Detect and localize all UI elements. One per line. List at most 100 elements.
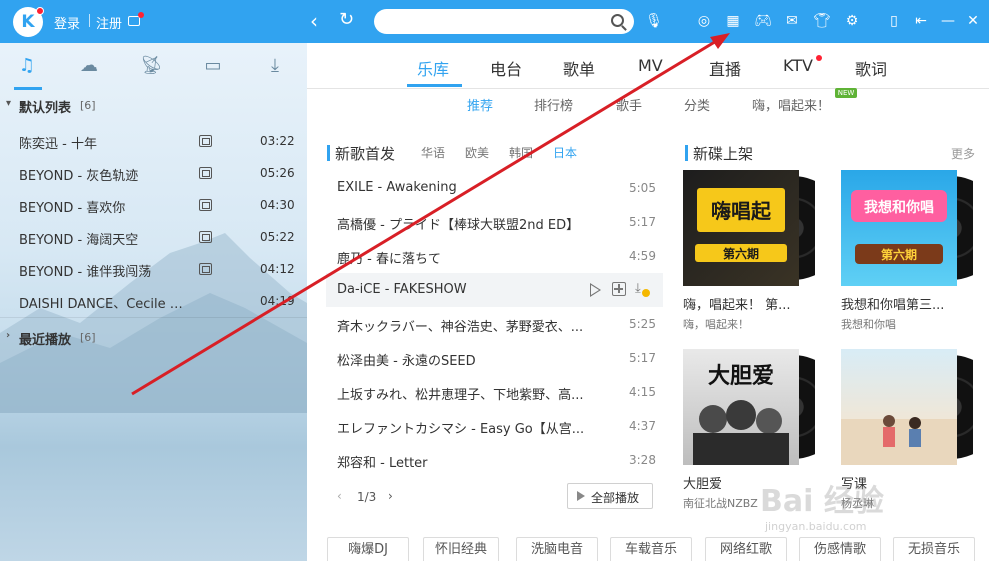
new-albums-title: 新碟上架 <box>693 145 754 163</box>
genre-tag-strip: 嗨爆DJ 怀旧经典 洗脑电音 车载音乐 网络红歌 伤感情歌 无损音乐 <box>327 537 989 561</box>
subtab-singers[interactable]: 歌手 <box>616 95 642 114</box>
more-link[interactable]: 更多 <box>951 145 975 162</box>
album-card[interactable]: 嗨唱起 第六期 嗨，唱起来！ 第... 嗨，唱起来！ <box>683 170 815 335</box>
game-icon[interactable]: 🎮︎ <box>754 12 772 30</box>
download-icon[interactable]: ⤓ <box>635 281 650 297</box>
music-note-icon[interactable]: ♫ <box>16 55 38 77</box>
mic-icon[interactable]: 🎙︎ <box>645 12 663 30</box>
expand-caret-icon: ▾ <box>6 98 12 109</box>
mv-icon[interactable] <box>199 135 212 147</box>
table-row[interactable]: EXILE - Awakening 5:05 <box>326 171 663 205</box>
tab-mv[interactable]: MV <box>638 56 663 75</box>
list-item[interactable]: DAISHI DANCE、Cecile Corbel - 時の歌 04:19 <box>0 286 307 318</box>
table-row[interactable]: 鹿乃 - 春に落ちて 4:59 <box>326 239 663 273</box>
mv-icon[interactable] <box>199 167 212 179</box>
table-row-hovered[interactable]: Da-iCE - FAKESHOW ⤓ <box>326 273 663 307</box>
svg-text:第六期: 第六期 <box>723 246 759 261</box>
table-row[interactable]: 上坂すみれ、松井恵理子、下地紫野、高... 4:15 <box>326 375 663 409</box>
filter-japanese[interactable]: 日本 <box>553 144 577 161</box>
svg-text:大胆爱: 大胆爱 <box>708 364 774 389</box>
svg-text:嗨唱起: 嗨唱起 <box>711 199 772 223</box>
settings-icon[interactable]: ⚙ <box>843 12 861 30</box>
login-link[interactable]: 登录 <box>54 13 80 32</box>
left-tab-bar: ♫ ☁ 📡︎ ▭ ⤓ <box>0 43 307 90</box>
watermark-logo: Bai 经验 <box>760 484 884 519</box>
tab-library[interactable]: 乐库 <box>417 56 449 80</box>
tab-radio[interactable]: 电台 <box>490 56 522 80</box>
message-icon[interactable] <box>128 12 144 26</box>
album-card[interactable]: 我想和你唱 第六期 我想和你唱第三... 我想和你唱 <box>841 170 973 335</box>
filter-korean[interactable]: 韩国 <box>509 144 533 161</box>
apps-grid-icon[interactable]: ▦ <box>724 12 742 30</box>
prev-page-icon[interactable]: ‹ <box>337 489 342 503</box>
recent-list-header[interactable]: › 最近播放 [6] <box>0 327 307 349</box>
tag-button[interactable]: 车载音乐 <box>610 537 692 561</box>
page-indicator: 1/3 <box>357 490 377 504</box>
shirt-icon[interactable]: 👕︎ <box>813 12 831 30</box>
download-icon[interactable]: ⤓ <box>264 55 286 77</box>
title-bar: K 登录 注册 ‹ ↻ 🎙︎ ◎ ▦ 🎮︎ ✉ 👕︎ ⚙ ▯ ⇤ — ✕ <box>0 0 989 43</box>
mv-icon[interactable] <box>199 263 212 275</box>
mail-icon[interactable]: ✉ <box>783 12 801 30</box>
list-item[interactable]: 陈奕迅 - 十年 03:22 <box>0 126 307 158</box>
search-input[interactable] <box>386 13 606 30</box>
filter-western[interactable]: 欧美 <box>465 144 489 161</box>
left-tab-indicator <box>14 87 42 90</box>
table-row[interactable]: 郑容和 - Letter 3:28 <box>326 443 663 477</box>
play-icon[interactable] <box>590 283 601 297</box>
tag-button[interactable]: 洗脑电音 <box>516 537 598 561</box>
tag-button[interactable]: 网络红歌 <box>705 537 787 561</box>
cloud-icon[interactable]: ☁ <box>78 55 100 77</box>
table-row[interactable]: 斉木ックラバー、神谷浩史、茅野愛衣、... 5:25 <box>326 307 663 341</box>
exit-icon[interactable]: ⇤ <box>912 12 930 30</box>
mini-mode-icon[interactable]: ▯ <box>885 12 903 30</box>
table-row[interactable]: エレファントカシマシ - Easy Go【从宫... 4:37 <box>326 409 663 443</box>
tag-button[interactable]: 嗨爆DJ <box>327 537 409 561</box>
close-icon[interactable]: ✕ <box>964 12 982 30</box>
search-icon[interactable] <box>611 14 624 27</box>
table-row[interactable]: 松泽由美 - 永遠のSEED 5:17 <box>326 341 663 375</box>
title-separator <box>89 14 90 27</box>
register-link[interactable]: 注册 <box>96 13 122 32</box>
minimize-icon[interactable]: — <box>939 12 957 30</box>
play-all-button[interactable]: 全部播放 <box>567 483 653 509</box>
row-actions: ⤓ <box>590 281 660 298</box>
default-list-header[interactable]: ▾ 默认列表 [6] <box>0 95 307 117</box>
radio-icon[interactable]: ◎ <box>695 12 713 30</box>
broadcast-icon[interactable]: 📡︎ <box>140 55 163 77</box>
tab-live[interactable]: 直播 <box>709 56 741 80</box>
mv-icon[interactable] <box>199 199 212 211</box>
table-row[interactable]: 高橋優 - プライド【棒球大联盟2nd ED】 5:17 <box>326 205 663 239</box>
subtab-recommend[interactable]: 推荐 <box>467 95 493 114</box>
main-tab-indicator <box>407 84 462 87</box>
album-art <box>841 349 957 465</box>
add-to-list-icon[interactable] <box>612 282 626 296</box>
subtab-sing-along[interactable]: 嗨，唱起来！ <box>752 95 830 114</box>
main-panel: 乐库 电台 歌单 MV 直播 KTV 歌词 推荐 排行榜 歌手 分类 嗨，唱起来… <box>307 43 989 561</box>
subtab-charts[interactable]: 排行榜 <box>534 95 573 114</box>
list-item[interactable]: BEYOND - 海阔天空 05:22 <box>0 222 307 254</box>
collapse-caret-icon: › <box>6 330 11 341</box>
section-accent-bar <box>685 145 688 161</box>
filter-chinese[interactable]: 华语 <box>421 144 445 161</box>
next-page-icon[interactable]: › <box>388 489 393 503</box>
tag-button[interactable]: 伤感情歌 <box>799 537 881 561</box>
section-accent-bar <box>327 145 330 161</box>
device-icon[interactable]: ▭ <box>202 55 224 77</box>
refresh-icon[interactable]: ↻ <box>339 9 354 30</box>
tab-ktv[interactable]: KTV <box>783 56 813 75</box>
list-item[interactable]: BEYOND - 谁伴我闯荡 04:12 <box>0 254 307 286</box>
back-icon[interactable]: ‹ <box>310 9 318 33</box>
default-song-list: 陈奕迅 - 十年 03:22 BEYOND - 灰色轨迹 05:26 BEYON… <box>0 126 307 318</box>
ktv-badge-dot <box>816 55 822 61</box>
list-item[interactable]: BEYOND - 灰色轨迹 05:26 <box>0 158 307 190</box>
list-item[interactable]: BEYOND - 喜欢你 04:30 <box>0 190 307 222</box>
tab-playlists[interactable]: 歌单 <box>563 56 595 80</box>
tab-lyrics[interactable]: 歌词 <box>855 56 887 80</box>
tag-button[interactable]: 怀旧经典 <box>423 537 499 561</box>
left-panel: ♫ ☁ 📡︎ ▭ ⤓ ▾ 默认列表 [6] 陈奕迅 - 十年 03:22 BEY… <box>0 43 307 561</box>
mv-icon[interactable] <box>199 231 212 243</box>
kugou-logo[interactable]: K <box>13 7 44 37</box>
subtab-categories[interactable]: 分类 <box>684 95 710 114</box>
tag-button[interactable]: 无损音乐 <box>893 537 975 561</box>
